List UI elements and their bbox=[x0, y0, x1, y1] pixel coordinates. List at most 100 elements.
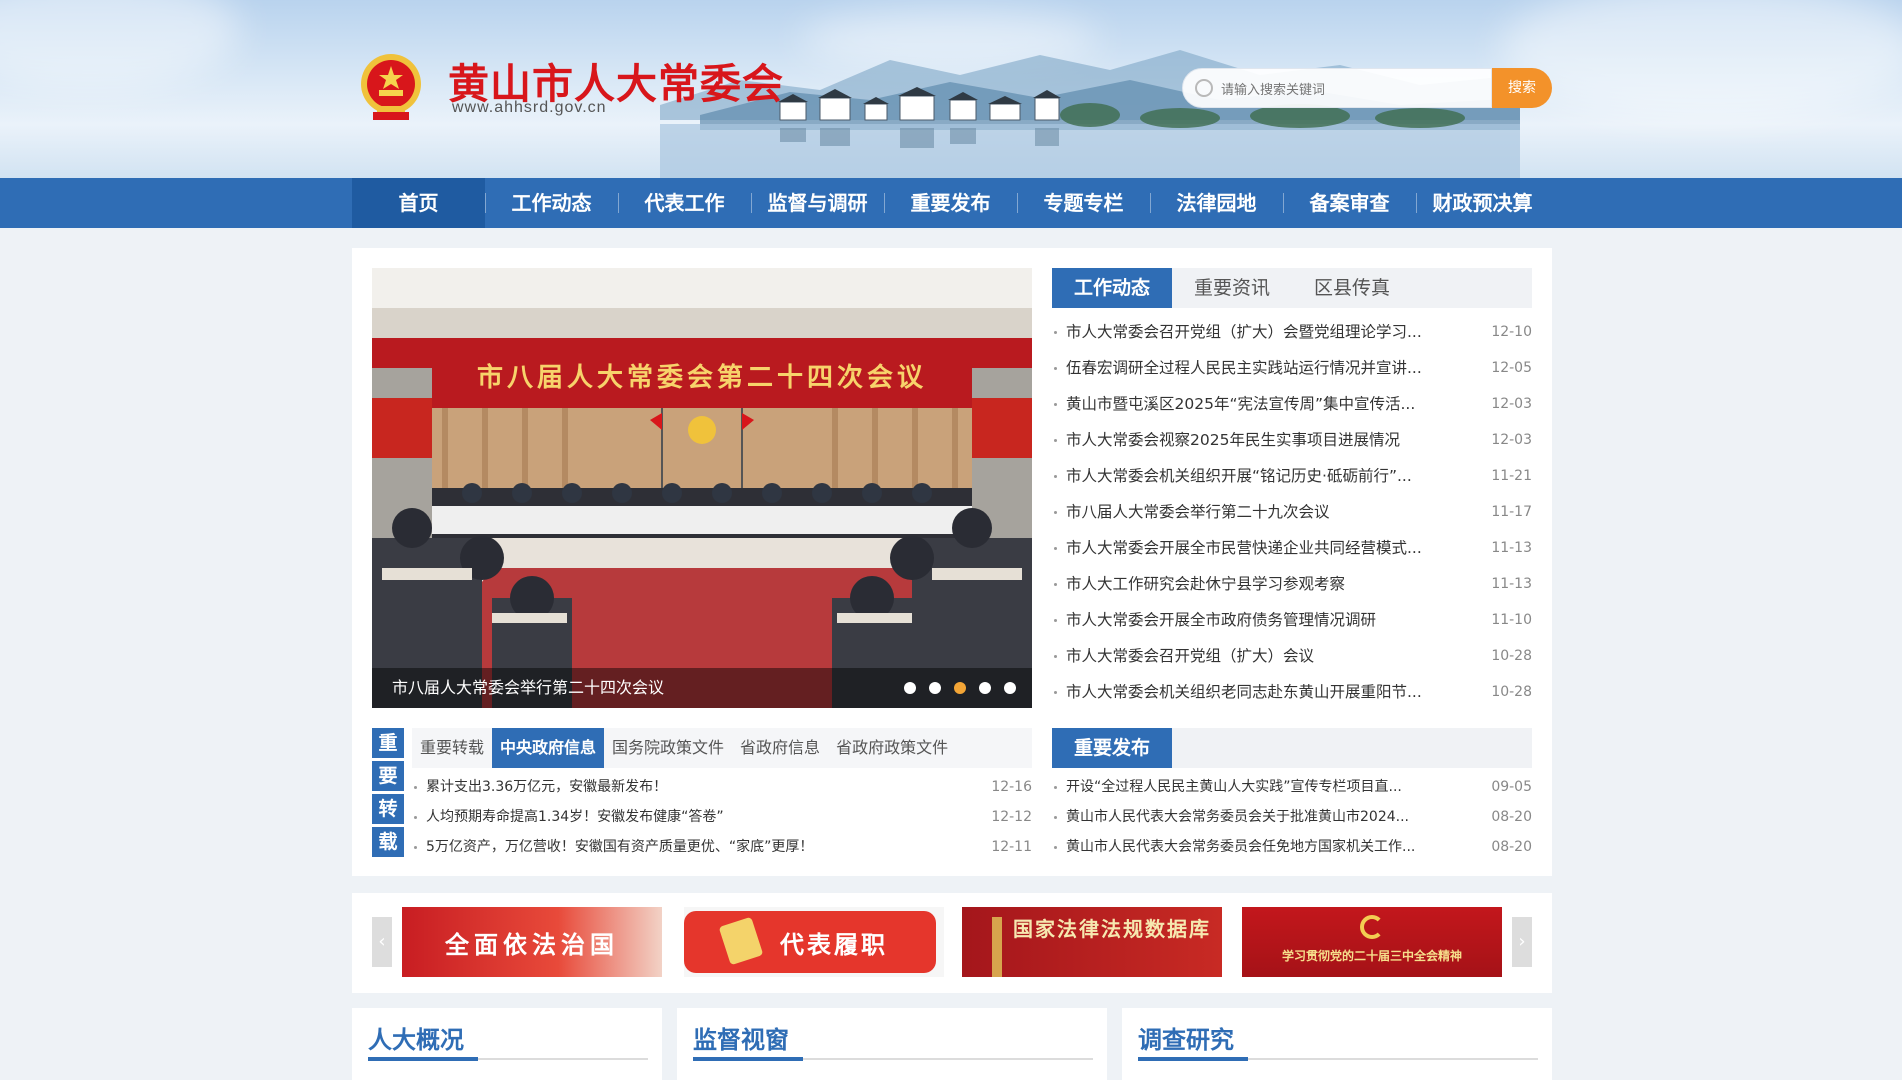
section-research: 调查研究 bbox=[1122, 1008, 1552, 1080]
section-title[interactable]: 调查研究 bbox=[1138, 1020, 1234, 1055]
list-item[interactable]: 市人大常委会开展全市民营快递企业共同经营模式... 11-13 bbox=[1052, 530, 1532, 566]
list-item[interactable]: 黄山市人民代表大会常务委员会任免地方国家机关工作... 08-20 bbox=[1052, 832, 1532, 862]
nav-item[interactable]: 备案审查 bbox=[1283, 178, 1416, 228]
news-date: 11-21 bbox=[1491, 468, 1532, 484]
banner-text: 国家法律法规数据库 bbox=[1013, 917, 1211, 941]
list-item[interactable]: 市人大常委会召开党组（扩大）会暨党组理论学习... 12-10 bbox=[1052, 314, 1532, 350]
news-date: 10-28 bbox=[1491, 684, 1532, 700]
slide-caption[interactable]: 市八届人大常委会举行第二十四次会议 bbox=[392, 674, 664, 698]
list-item[interactable]: 人均预期寿命提高1.34岁！安徽发布健康“答卷” 12-12 bbox=[412, 802, 1032, 832]
news-title[interactable]: 市八届人大常委会举行第二十九次会议 bbox=[1066, 494, 1446, 530]
news-title[interactable]: 伍春宏调研全过程人民民主实践站运行情况并宣讲... bbox=[1066, 350, 1446, 386]
slider-dot[interactable] bbox=[904, 682, 916, 694]
news-title[interactable]: 市人大常委会机关组织开展“铭记历史·砥砺前行”... bbox=[1066, 458, 1446, 494]
banner-text: 全面依法治国 bbox=[445, 931, 619, 959]
list-item[interactable]: 5万亿资产，万亿营收！安徽国有资产质量更优、“家底”更厚！ 12-11 bbox=[412, 832, 1032, 862]
search-button[interactable]: 搜索 bbox=[1492, 68, 1552, 108]
news-title[interactable]: 累计支出3.36万亿元，安徽最新发布！ bbox=[426, 772, 806, 802]
section-accent bbox=[693, 1057, 803, 1061]
nav-item[interactable]: 工作动态 bbox=[485, 178, 618, 228]
tab-news[interactable]: 工作动态 bbox=[1052, 268, 1173, 308]
slider-dot[interactable] bbox=[979, 682, 991, 694]
tab-releases[interactable]: 重要发布 bbox=[1052, 728, 1173, 768]
news-title[interactable]: 人均预期寿命提高1.34岁！安徽发布健康“答卷” bbox=[426, 802, 806, 832]
slider-dots bbox=[904, 682, 1016, 694]
news-date: 12-05 bbox=[1491, 360, 1532, 376]
news-title[interactable]: 5万亿资产，万亿营收！安徽国有资产质量更优、“家底”更厚！ bbox=[426, 832, 806, 862]
search-input[interactable] bbox=[1221, 78, 1481, 100]
news-title[interactable]: 市人大工作研究会赴休宁县学习参观考察 bbox=[1066, 566, 1446, 602]
news-date: 10-28 bbox=[1491, 648, 1532, 664]
vertical-label-char: 转 bbox=[372, 794, 404, 824]
tab-news[interactable]: 重要资讯 bbox=[1172, 268, 1292, 308]
nav-item[interactable]: 首页 bbox=[352, 178, 485, 228]
news-title[interactable]: 市人大常委会召开党组（扩大）会议 bbox=[1066, 638, 1446, 674]
nav-item[interactable]: 法律园地 bbox=[1150, 178, 1283, 228]
tab-repost[interactable]: 重要转载 bbox=[412, 728, 492, 768]
news-title[interactable]: 市人大常委会召开党组（扩大）会暨党组理论学习... bbox=[1066, 314, 1446, 350]
news-title[interactable]: 市人大常委会开展全市政府债务管理情况调研 bbox=[1066, 602, 1446, 638]
nav-item[interactable]: 重要发布 bbox=[884, 178, 1017, 228]
news-date: 11-10 bbox=[1491, 612, 1532, 628]
tab-repost[interactable]: 国务院政策文件 bbox=[604, 728, 732, 768]
list-item[interactable]: 市人大常委会视察2025年民生实事项目进展情况 12-03 bbox=[1052, 422, 1532, 458]
list-item[interactable]: 市八届人大常委会举行第二十九次会议 11-17 bbox=[1052, 494, 1532, 530]
banner-rule-of-law[interactable]: 全面依法治国 bbox=[402, 907, 662, 977]
national-emblem-icon bbox=[361, 54, 421, 120]
slider-dot[interactable] bbox=[1004, 682, 1016, 694]
news-date: 12-03 bbox=[1491, 432, 1532, 448]
slide-banner-text: 市八届人大常委会第二十四次会议 bbox=[477, 362, 927, 393]
news-title[interactable]: 市人大常委会视察2025年民生实事项目进展情况 bbox=[1066, 422, 1446, 458]
news-date: 12-03 bbox=[1491, 396, 1532, 412]
news-title[interactable]: 市人大常委会开展全市民营快递企业共同经营模式... bbox=[1066, 530, 1446, 566]
news-title[interactable]: 黄山市暨屯溪区2025年“宪法宣传周”集中宣传活... bbox=[1066, 386, 1446, 422]
banner-prev-button[interactable]: ‹ bbox=[372, 917, 392, 967]
section-accent bbox=[368, 1057, 478, 1061]
list-item[interactable]: 市人大常委会开展全市政府债务管理情况调研 11-10 bbox=[1052, 602, 1532, 638]
list-item[interactable]: 黄山市暨屯溪区2025年“宪法宣传周”集中宣传活... 12-03 bbox=[1052, 386, 1532, 422]
news-title[interactable]: 开设“全过程人民民主黄山人大实践”宣传专栏项目直... bbox=[1066, 772, 1446, 802]
slide-image: 市八届人大常委会第二十四次会议 bbox=[372, 268, 1032, 708]
banner-law-database[interactable]: 国家法律法规数据库 bbox=[962, 907, 1222, 977]
news-title[interactable]: 黄山市人民代表大会常务委员会关于批准黄山市2024... bbox=[1066, 802, 1446, 832]
search-box bbox=[1182, 68, 1492, 108]
news-tabs: 工作动态 重要资讯 区县传真 bbox=[1052, 268, 1532, 308]
list-item[interactable]: 开设“全过程人民民主黄山人大实践”宣传专栏项目直... 09-05 bbox=[1052, 772, 1532, 802]
news-title[interactable]: 市人大常委会机关组织老同志赴东黄山开展重阳节... bbox=[1066, 674, 1446, 710]
nav-item[interactable]: 监督与调研 bbox=[751, 178, 884, 228]
news-date: 09-05 bbox=[1491, 779, 1532, 795]
news-date: 12-12 bbox=[991, 809, 1032, 825]
list-item[interactable]: 累计支出3.36万亿元，安徽最新发布！ 12-16 bbox=[412, 772, 1032, 802]
nav-item[interactable]: 代表工作 bbox=[618, 178, 751, 228]
section-title[interactable]: 监督视窗 bbox=[693, 1020, 789, 1055]
tab-repost[interactable]: 省政府信息 bbox=[732, 728, 828, 768]
banner-party-study[interactable]: 学习贯彻党的二十届三中全会精神 bbox=[1242, 907, 1502, 977]
tab-news[interactable]: 区县传真 bbox=[1292, 268, 1412, 308]
list-item[interactable]: 市人大常委会机关组织老同志赴东黄山开展重阳节... 10-28 bbox=[1052, 674, 1532, 710]
list-item[interactable]: 市人大常委会机关组织开展“铭记历史·砥砺前行”... 11-21 bbox=[1052, 458, 1532, 494]
slider-dot[interactable] bbox=[929, 682, 941, 694]
news-title[interactable]: 黄山市人民代表大会常务委员会任免地方国家机关工作... bbox=[1066, 832, 1446, 862]
tab-repost[interactable]: 中央政府信息 bbox=[492, 728, 605, 768]
news-date: 12-16 bbox=[991, 779, 1032, 795]
news-list: 市人大常委会召开党组（扩大）会暨党组理论学习... 12-10 伍春宏调研全过程人民… bbox=[1052, 314, 1532, 710]
list-item[interactable]: 黄山市人民代表大会常务委员会关于批准黄山市2024... 08-20 bbox=[1052, 802, 1532, 832]
banner-text: 代表履职 bbox=[780, 931, 888, 959]
list-item[interactable]: 市人大工作研究会赴休宁县学习参观考察 11-13 bbox=[1052, 566, 1532, 602]
section-accent bbox=[1138, 1057, 1248, 1061]
section-title[interactable]: 人大概况 bbox=[368, 1020, 464, 1055]
image-slider[interactable]: 市八届人大常委会第二十四次会议 市八届人大常委会举行第二十四次会议 bbox=[372, 268, 1032, 708]
site-header: 黄山市人大常委会 www.ahhsrd.gov.cn 搜索 bbox=[0, 0, 1902, 178]
list-item[interactable]: 伍春宏调研全过程人民民主实践站运行情况并宣讲... 12-05 bbox=[1052, 350, 1532, 386]
nav-item[interactable]: 财政预决算 bbox=[1416, 178, 1549, 228]
banner-deputy-duty[interactable]: 代表履职 bbox=[684, 907, 944, 977]
slider-dot[interactable] bbox=[954, 682, 966, 694]
tab-repost[interactable]: 省政府政策文件 bbox=[828, 728, 956, 768]
vertical-label-char: 载 bbox=[372, 827, 404, 857]
banner-next-button[interactable]: › bbox=[1512, 917, 1532, 967]
list-item[interactable]: 市人大常委会召开党组（扩大）会议 10-28 bbox=[1052, 638, 1532, 674]
repost-list: 累计支出3.36万亿元，安徽最新发布！ 12-16 人均预期寿命提高1.34岁！安徽… bbox=[412, 772, 1032, 862]
news-date: 11-13 bbox=[1491, 576, 1532, 592]
nav-item[interactable]: 专题专栏 bbox=[1017, 178, 1150, 228]
vertical-label-char: 要 bbox=[372, 761, 404, 791]
